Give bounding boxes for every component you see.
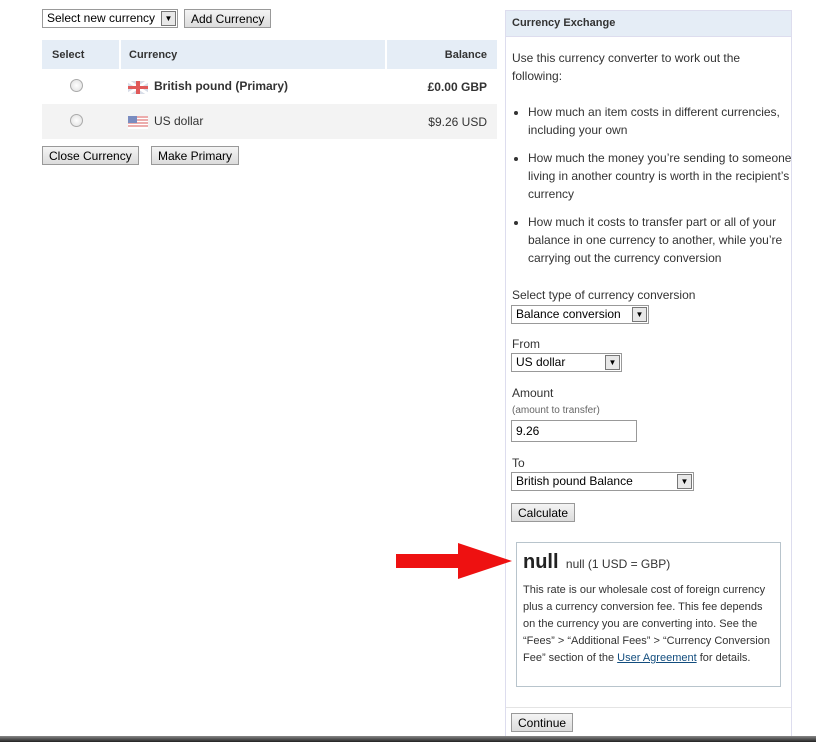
from-label: From	[512, 337, 540, 351]
bullet-list: How much an item costs in different curr…	[506, 103, 813, 277]
uk-flag-icon	[128, 80, 148, 94]
list-item: How much it costs to transfer part or al…	[528, 213, 813, 267]
fee-text-tail: for details.	[696, 652, 751, 664]
list-item: How much an item costs in different curr…	[528, 103, 813, 139]
currency-exchange-panel: Currency Exchange Use this currency conv…	[505, 10, 792, 736]
to-select[interactable]: British pound Balance ▼	[511, 472, 694, 491]
header-balance: Balance	[386, 40, 497, 69]
intro-text: Use this currency converter to work out …	[512, 51, 741, 83]
make-primary-button[interactable]: Make Primary	[151, 146, 240, 165]
header-select: Select	[42, 40, 121, 69]
currency-table: Select Currency Balance British pound (Pri…	[42, 40, 497, 139]
select-value: Select new currency	[47, 11, 156, 25]
red-arrow-icon	[396, 543, 512, 579]
currency-name: US dollar	[154, 114, 204, 129]
table-row: US dollar $9.26 USD	[42, 104, 497, 139]
result-rate: null (1 USD = GBP)	[565, 557, 671, 571]
row-radio[interactable]	[70, 78, 83, 92]
calculate-button[interactable]: Calculate	[511, 503, 576, 522]
select-value: British pound Balance	[516, 474, 633, 488]
user-agreement-link[interactable]: User Agreement	[617, 652, 696, 664]
balance: $9.26 USD	[386, 104, 497, 139]
amount-label: Amount	[512, 386, 554, 400]
to-label: To	[512, 456, 525, 470]
result-box: null null (1 USD = GBP) This rate is our…	[516, 542, 781, 687]
close-currency-button[interactable]: Close Currency	[42, 146, 139, 165]
bottom-bar	[0, 736, 816, 742]
header-currency: Currency	[120, 40, 388, 69]
list-item: How much the money you’re sending to som…	[528, 149, 813, 203]
chevron-down-icon: ▼	[677, 474, 692, 489]
add-currency-button[interactable]: Add Currency	[184, 9, 272, 28]
result-value: null	[523, 551, 559, 573]
conversion-type-select[interactable]: Balance conversion ▼	[511, 305, 649, 324]
amount-hint: (amount to transfer)	[512, 405, 600, 416]
table-row: British pound (Primary) £0.00 GBP	[42, 69, 497, 104]
balance: £0.00 GBP	[427, 79, 487, 94]
select-value: Balance conversion	[516, 307, 621, 321]
continue-button[interactable]: Continue	[511, 713, 574, 732]
chevron-down-icon: ▼	[605, 355, 620, 370]
from-select[interactable]: US dollar ▼	[511, 353, 622, 372]
chevron-down-icon: ▼	[161, 11, 176, 26]
chevron-down-icon: ▼	[632, 307, 647, 322]
currency-name: British pound (Primary)	[154, 79, 289, 94]
new-currency-select[interactable]: Select new currency ▼	[42, 9, 178, 28]
amount-input[interactable]: 9.26	[511, 420, 637, 442]
select-value: US dollar	[516, 355, 566, 369]
us-flag-icon	[128, 115, 148, 129]
row-radio[interactable]	[70, 113, 83, 127]
panel-title: Currency Exchange	[506, 11, 791, 37]
type-label: Select type of currency conversion	[512, 288, 696, 302]
divider	[506, 707, 791, 708]
